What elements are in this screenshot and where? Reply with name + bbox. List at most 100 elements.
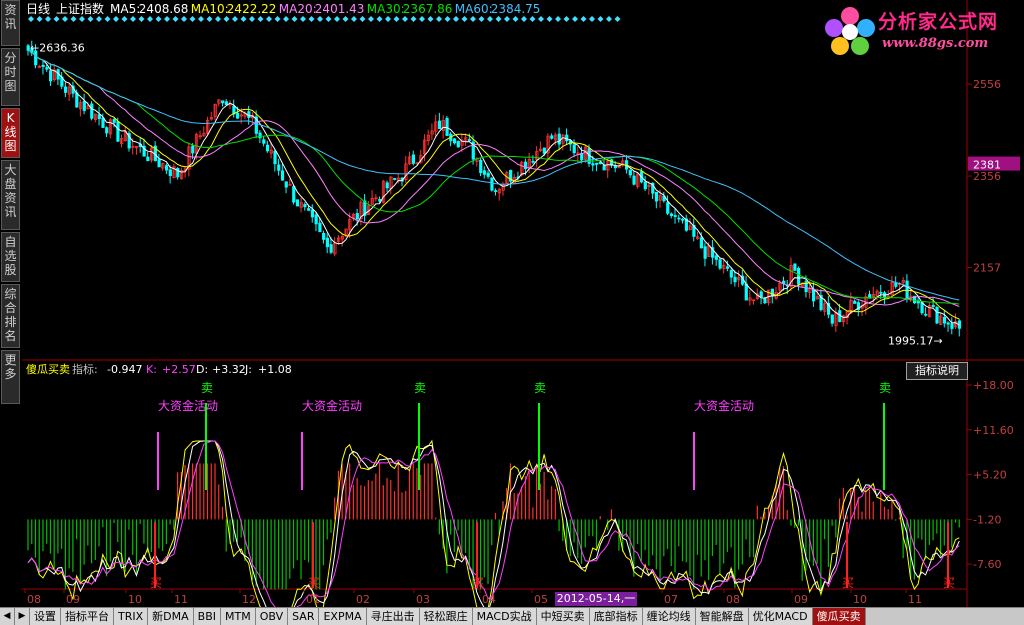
tab-7[interactable]: SAR [288, 608, 320, 625]
tab-8[interactable]: EXPMA [319, 608, 367, 625]
candle-body [812, 288, 816, 302]
candle-body [284, 181, 288, 188]
signal-diamond [266, 16, 272, 22]
signal-diamond [172, 16, 179, 22]
candle-body [82, 100, 86, 111]
candle-body [486, 172, 490, 177]
time-axis-label: 03 [416, 593, 430, 606]
candle-body [262, 139, 266, 144]
sidebar-item-watchlist[interactable]: 自选股 [1, 232, 20, 282]
candle-body [681, 218, 685, 221]
candle-body [164, 165, 169, 171]
signal-diamond [70, 16, 77, 22]
candle-body [770, 288, 775, 297]
chart-area: 日线 上证指数 MA5: 2408.68 MA10: 2422.22 MA20: 2401.4… [22, 0, 1024, 619]
sidebar-item-kline[interactable]: K线图 [1, 108, 20, 158]
scroll-left-icon[interactable]: ◀ [0, 608, 15, 625]
signal-diamond [512, 16, 519, 22]
candle-body [318, 222, 322, 233]
tab-11[interactable]: MACD实战 [472, 608, 537, 625]
tab-9[interactable]: 寻庄出击 [366, 608, 420, 625]
tab-16[interactable]: 优化MACD [748, 608, 813, 625]
candle-body [224, 101, 229, 106]
candle-body [699, 237, 704, 249]
buy-label: 买 [150, 576, 162, 590]
tab-14[interactable]: 缠论均线 [642, 608, 696, 625]
bottom-tab-bar: ◀ ▶ 设置 指标平台 TRIX 新DMA BBI MTM OBV SAR EXPMA 寻庄出击轻… [0, 607, 1024, 625]
candle-body [329, 244, 333, 253]
candle-body [853, 300, 857, 304]
candle-body [935, 307, 939, 324]
candle-body [467, 139, 472, 141]
tab-10[interactable]: 轻松跟庄 [419, 608, 473, 625]
candle-body [385, 182, 389, 189]
signal-diamond [495, 16, 502, 22]
indicator-j-label: J: [244, 363, 252, 376]
candle-body [90, 103, 94, 119]
candle-body [378, 199, 382, 202]
candle-body [64, 86, 68, 93]
ma-value-0: 2408.68 [139, 2, 189, 16]
ma10-line [27, 49, 960, 320]
tab-12[interactable]: 中短买卖 [536, 608, 590, 625]
candle-body [894, 282, 898, 287]
scroll-right-icon[interactable]: ▶ [15, 608, 30, 625]
site-logo: 分析家公式网 www.88gs.com [822, 4, 1022, 56]
signal-diamond [351, 16, 357, 22]
signal-diamond [198, 16, 204, 22]
signal-diamond [28, 16, 34, 22]
indicator-explain-button[interactable]: 指标说明 [906, 362, 968, 380]
kline-chart[interactable]: 日线 上证指数 MA5:2408.68 MA10:2422.22 MA20:2401.4… [22, 0, 1024, 619]
candle-body [236, 112, 240, 119]
candle-body [632, 175, 636, 185]
sidebar-item-market-news[interactable]: 大盘资讯 [1, 160, 20, 230]
tab-13[interactable]: 底部指标 [589, 608, 643, 625]
indicator-j-value: +1.08 [258, 363, 292, 376]
signal-diamond [504, 16, 510, 22]
tab-2[interactable]: TRIX [114, 608, 149, 625]
tab-1[interactable]: 指标平台 [61, 608, 114, 625]
signal-diamond [274, 16, 281, 22]
tab-3[interactable]: 新DMA [148, 608, 194, 625]
candle-body [602, 165, 606, 171]
tab-17[interactable]: 傻瓜买卖 [812, 608, 866, 625]
signal-diamond [138, 16, 145, 22]
tab-4[interactable]: BBI [193, 608, 221, 625]
candle-body [643, 181, 647, 190]
candle-body [112, 119, 116, 123]
sidebar-item-ranking[interactable]: 综合排名 [1, 284, 20, 348]
signal-diamond [283, 16, 289, 22]
signal-diamond [240, 16, 247, 22]
tab-0[interactable]: 设置 [30, 608, 61, 625]
tab-5[interactable]: MTM [221, 608, 256, 625]
candle-body [830, 314, 834, 324]
signal-diamond [521, 16, 527, 22]
signal-diamond [249, 16, 255, 22]
candle-body [905, 280, 909, 299]
candle-body [258, 132, 262, 139]
candle-body [273, 150, 277, 165]
sidebar-item-news[interactable]: 资讯 [1, 0, 20, 46]
sidebar-item-intraday[interactable]: 分时图 [1, 48, 20, 106]
time-axis-label: 08 [27, 593, 41, 606]
tab-15[interactable]: 智能解盘 [695, 608, 749, 625]
indicator-d-value: +3.32 [212, 363, 246, 376]
ind-axis-label: +18.00 [973, 379, 1014, 392]
candle-body [744, 283, 748, 301]
signal-diamond [96, 16, 102, 22]
tab-6[interactable]: OBV [255, 608, 289, 625]
left-sidebar: 资讯 分时图 K线图 大盘资讯 自选股 综合排名 更多 [0, 0, 22, 607]
candle-body [41, 64, 45, 67]
candle-body [565, 134, 569, 142]
candle-body [550, 135, 554, 139]
candle-body [295, 199, 300, 207]
candle-body [666, 202, 670, 214]
time-axis-label: 10 [128, 593, 142, 606]
time-axis-label: 09 [66, 593, 80, 606]
time-axis-label: 05 [534, 593, 548, 606]
candle-body [105, 127, 109, 134]
candle-body [733, 276, 737, 283]
candle-body [677, 217, 681, 220]
time-axis-label: 10 [853, 593, 867, 606]
sidebar-item-more[interactable]: 更多 [1, 350, 20, 404]
